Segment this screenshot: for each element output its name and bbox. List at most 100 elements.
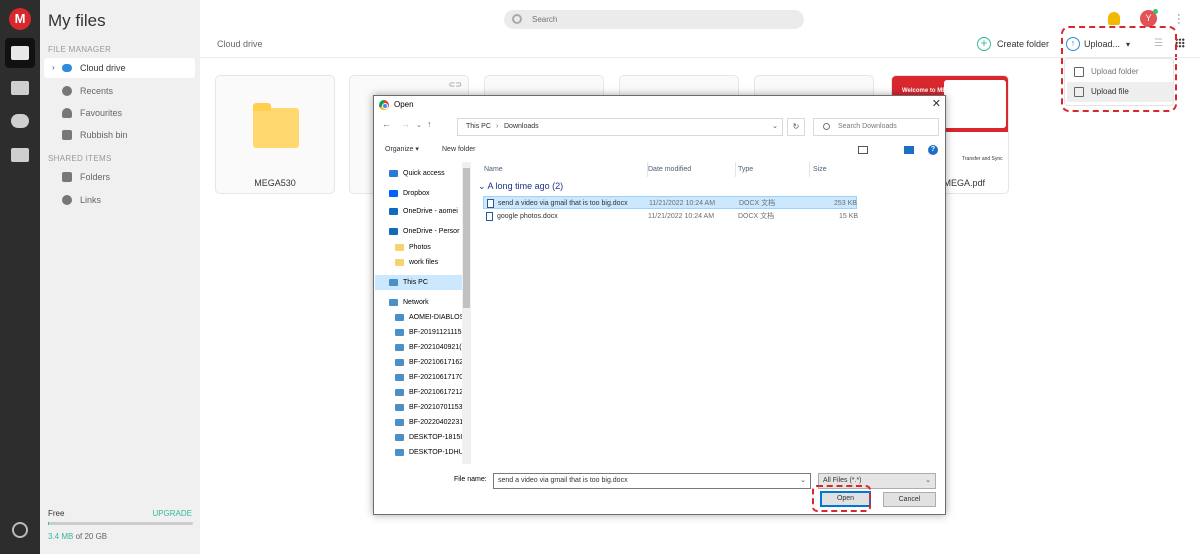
file-row[interactable]: send a video via gmail that is too big.d… (483, 196, 857, 209)
settings-icon[interactable] (12, 522, 28, 538)
nav-item-bf-20210701153[interactable]: BF-20210701153 (375, 400, 471, 415)
view-options-icon[interactable] (858, 146, 868, 154)
nav-item-this-pc[interactable]: This PC (375, 275, 471, 290)
preview-pane-icon[interactable] (904, 146, 914, 154)
nav-item-bf-2021040921[interactable]: BF-2021040921( (375, 340, 471, 355)
folder-icon (395, 244, 404, 251)
bell-icon[interactable] (1108, 12, 1120, 25)
nav-item-dropbox[interactable]: Dropbox (375, 186, 471, 201)
search-bar[interactable] (504, 10, 804, 29)
nav-item-work-files[interactable]: work files (375, 255, 471, 270)
photos-icon[interactable] (5, 73, 35, 103)
nav-item-bf-20210617170[interactable]: BF-20210617170 (375, 370, 471, 385)
chevron-down-icon[interactable]: ⌄ (772, 119, 778, 135)
file-date: 11/21/2022 10:24 AM (648, 213, 715, 220)
pdf-thumbnail-card (944, 80, 1006, 128)
sidebar-item-links[interactable]: Links (44, 190, 195, 210)
avatar[interactable]: Y (1140, 9, 1158, 27)
nav-item-network[interactable]: Network (375, 295, 471, 310)
file-type-value: All Files (*.*) (823, 477, 862, 484)
nav-item-label: BF-202204022314 (409, 419, 467, 426)
path-separator-icon: › (496, 123, 499, 130)
back-arrow-icon[interactable]: ← (382, 119, 391, 129)
nav-item-onedrive-persor[interactable]: OneDrive - Persor (375, 224, 471, 239)
computer-icon (395, 434, 404, 441)
cancel-button[interactable]: Cancel (883, 492, 936, 507)
path-downloads[interactable]: Downloads (504, 119, 539, 135)
forward-arrow-icon[interactable]: → (401, 119, 410, 129)
file-name-input[interactable]: send a video via gmail that is too big.d… (493, 473, 811, 489)
column-header-name[interactable]: Name (480, 162, 648, 177)
chat-icon[interactable] (5, 106, 35, 136)
nav-scrollbar[interactable] (462, 162, 471, 464)
nav-item-bf-20210617212[interactable]: BF-20210617212 (375, 385, 471, 400)
column-header-date[interactable]: Date modified (644, 162, 736, 177)
create-folder-button[interactable]: + Create folder (977, 36, 1049, 52)
devices-icon[interactable] (5, 140, 35, 170)
organize-button[interactable]: Organize ▾ (385, 141, 419, 159)
new-folder-button[interactable]: New folder (442, 141, 475, 159)
file-name-label: File name: (454, 476, 487, 483)
more-options-icon[interactable]: · · · (1177, 10, 1181, 29)
nav-item-label: Dropbox (403, 190, 430, 197)
sidebar-item-folders[interactable]: Folders (44, 167, 195, 187)
nav-item-onedrive-aomei[interactable]: OneDrive - aomei (375, 204, 471, 219)
file-name: send a video via gmail that is too big.d… (498, 200, 628, 207)
file-group-header[interactable]: ⌄ A long time ago (2) (478, 181, 563, 192)
nav-item-label: BF-20210617170 (409, 374, 464, 381)
nav-item-label: BF-2021040921( (409, 344, 462, 351)
collapse-chevron-icon: ⌄ (478, 181, 488, 191)
upgrade-link[interactable]: UPGRADE (152, 509, 192, 518)
breadcrumb[interactable]: Cloud drive (217, 39, 263, 49)
nav-item-photos[interactable]: Photos (375, 240, 471, 255)
nav-item-desktop-1815ik[interactable]: DESKTOP-1815IK (375, 430, 471, 445)
folder-icon (395, 259, 404, 266)
sidebar-item-favourites[interactable]: Favourites (44, 103, 195, 123)
sidebar-item-cloud-drive[interactable]: › Cloud drive (44, 58, 195, 78)
nav-item-label: work files (409, 259, 439, 266)
sidebar-item-rubbish-bin[interactable]: Rubbish bin (44, 125, 195, 145)
nav-item-label: DESKTOP-1815IK (409, 434, 467, 441)
nav-item-bf-20210617162[interactable]: BF-20210617162 (375, 355, 471, 370)
nav-item-label: BF-20210617162 (409, 359, 464, 366)
shared-folder-icon (62, 172, 72, 182)
nav-item-label: This PC (403, 279, 428, 286)
close-icon[interactable]: ✕ (932, 97, 941, 110)
nav-item-desktop-1dhuc[interactable]: DESKTOP-1DHUC (375, 445, 471, 460)
cloud-icon (62, 64, 72, 72)
open-highlight (812, 485, 871, 512)
computer-icon (395, 344, 404, 351)
refresh-icon[interactable]: ↻ (787, 118, 805, 136)
column-header-type[interactable]: Type (734, 162, 810, 177)
search-input[interactable] (532, 12, 782, 27)
pdf-thumbnail-caption: Transfer and Sync (962, 156, 1003, 162)
storage-total: of 20 GB (73, 532, 108, 541)
sidebar-item-recents[interactable]: Recents (44, 81, 195, 101)
create-folder-label: Create folder (997, 39, 1050, 49)
column-header-size[interactable]: Size (809, 162, 853, 177)
computer-icon (395, 314, 404, 321)
nav-item-bf-20191121115[interactable]: BF-20191121115 (375, 325, 471, 340)
cloud-drive-icon[interactable] (5, 38, 35, 68)
recent-locations-icon[interactable]: ⌄ (416, 121, 422, 129)
link-icon: ⊂⊃ (448, 80, 462, 89)
file-type: DOCX 文档 (738, 213, 775, 220)
up-arrow-icon[interactable]: ↑ (427, 119, 432, 129)
nav-item-quick-access[interactable]: Quick access (375, 166, 471, 181)
folder-tile[interactable]: MEGA530 (215, 75, 335, 194)
nav-item-aomei-diablos[interactable]: AOMEI-DIABLOS (375, 310, 471, 325)
file-row[interactable]: google photos.docx 11/21/2022 10:24 AM D… (483, 210, 858, 223)
nav-item-label: Network (403, 299, 429, 306)
path-this-pc[interactable]: This PC (466, 119, 491, 135)
address-bar[interactable]: This PC › Downloads ⌄ (457, 118, 783, 136)
sidebar-item-label: Favourites (80, 108, 123, 118)
dialog-search[interactable]: Search Downloads (813, 118, 939, 136)
nav-item-label: OneDrive - Persor (403, 228, 460, 235)
help-icon[interactable]: ? (928, 145, 938, 155)
mega-logo[interactable]: M (9, 8, 31, 30)
sidebar-item-label: Cloud drive (80, 63, 126, 73)
nav-item-bf-202204022314[interactable]: BF-202204022314 (375, 415, 471, 430)
nav-scrollbar-thumb[interactable] (463, 168, 470, 308)
chevron-down-icon[interactable]: ⌄ (800, 474, 806, 488)
plus-icon: + (977, 37, 991, 51)
